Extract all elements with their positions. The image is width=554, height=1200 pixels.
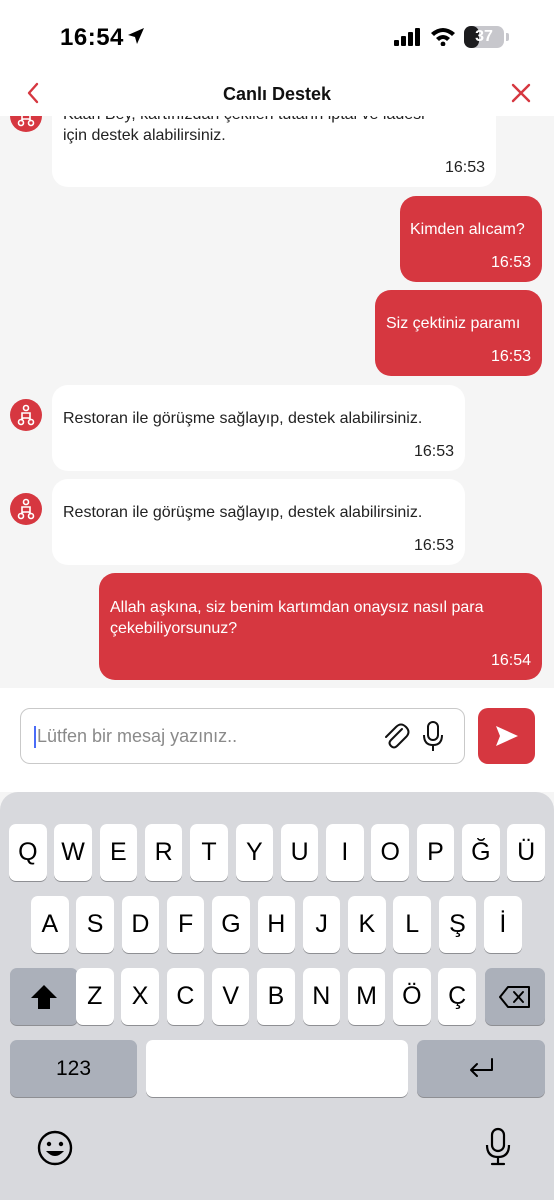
message-bot: Restoran ile görüşme sağlayıp, destek al… — [52, 479, 465, 565]
microphone-icon — [485, 1127, 511, 1166]
delete-key[interactable] — [485, 968, 545, 1025]
chat-header: Canlı Destek — [0, 70, 554, 116]
message-text: Kimden alıcam? — [410, 221, 525, 238]
key-l[interactable]: L — [393, 896, 431, 953]
text-cursor — [34, 726, 36, 748]
message-time: 16:53 — [413, 443, 454, 460]
status-bar: 16:54 37 — [0, 0, 554, 70]
message-text: için destek alabilirsiniz. — [63, 127, 226, 144]
key-ç[interactable]: Ç — [438, 968, 476, 1025]
key-e[interactable]: E — [99, 824, 138, 881]
key-x[interactable]: X — [121, 968, 159, 1025]
wifi-icon — [431, 28, 455, 46]
close-icon — [511, 83, 531, 103]
return-key[interactable] — [417, 1040, 545, 1097]
key-ş[interactable]: Ş — [438, 896, 477, 953]
voice-input-button[interactable] — [421, 720, 445, 759]
key-ğ[interactable]: Ğ — [462, 824, 500, 881]
message-input[interactable]: Lütfen bir mesaj yazınız.. — [20, 708, 465, 764]
battery-icon: 37 — [464, 26, 504, 48]
space-key[interactable] — [146, 1040, 408, 1097]
paperclip-icon — [385, 723, 410, 749]
key-y[interactable]: Y — [235, 824, 274, 881]
message-text: çekebiliyorsunuz? — [110, 620, 238, 637]
message-text: Siz çektiniz paramı — [386, 315, 521, 332]
bot-avatar — [10, 399, 42, 431]
send-button[interactable] — [478, 708, 535, 764]
microphone-icon — [423, 721, 443, 751]
key-g[interactable]: G — [212, 896, 250, 953]
key-i[interactable]: I — [326, 824, 364, 881]
key-v[interactable]: V — [211, 968, 250, 1025]
battery-percent: 37 — [475, 28, 493, 45]
message-time: 16:53 — [413, 537, 454, 554]
message-text: Restoran ile görüşme sağlayıp, destek al… — [63, 410, 423, 427]
key-t[interactable]: T — [190, 824, 228, 881]
close-button[interactable] — [506, 76, 536, 110]
keyboard: 123 QWERTYUIOPĞÜ ASDFGHJKLŞİ ZXCVBNMÖÇ — [0, 792, 554, 1200]
message-text: Allah aşkına, siz benim kartımdan onaysı… — [110, 599, 484, 616]
key-h[interactable]: H — [257, 896, 296, 953]
key-d[interactable]: D — [121, 896, 160, 953]
key-u[interactable]: U — [280, 824, 319, 881]
attach-button[interactable] — [381, 721, 411, 758]
key-z[interactable]: Z — [76, 968, 114, 1025]
message-time: 16:54 — [490, 652, 531, 669]
key-k[interactable]: K — [348, 896, 386, 953]
return-icon — [470, 1058, 493, 1077]
bot-avatar — [10, 493, 42, 525]
message-user: Allah aşkına, siz benim kartımdan onaysı… — [99, 573, 542, 680]
key-n[interactable]: N — [302, 968, 341, 1025]
message-time: 16:53 — [490, 254, 531, 271]
key-w[interactable]: W — [54, 824, 92, 881]
status-time: 16:54 — [60, 24, 124, 51]
message-text: Restoran ile görüşme sağlayıp, destek al… — [63, 504, 423, 521]
key-r[interactable]: R — [144, 824, 183, 881]
message-bot: Restoran ile görüşme sağlayıp, destek al… — [52, 385, 465, 471]
key-j[interactable]: J — [302, 896, 341, 953]
courier-icon — [17, 498, 35, 520]
key-b[interactable]: B — [257, 968, 295, 1025]
key-p[interactable]: P — [416, 824, 455, 881]
key-ö[interactable]: Ö — [393, 968, 431, 1025]
key-s[interactable]: S — [76, 896, 114, 953]
send-icon — [496, 726, 518, 746]
emoji-button[interactable] — [36, 1129, 76, 1169]
message-user: Siz çektiniz paramı 16:53 — [375, 290, 542, 376]
page-title: Canlı Destek — [222, 84, 332, 104]
location-arrow-icon — [128, 28, 144, 44]
message-composer: Lütfen bir mesaj yazınız.. — [0, 688, 554, 792]
message-time: 16:53 — [444, 159, 485, 176]
courier-icon — [17, 404, 35, 426]
key-i̇[interactable]: İ — [484, 896, 522, 953]
key-o[interactable]: O — [371, 824, 409, 881]
key-c[interactable]: C — [166, 968, 205, 1025]
key-a[interactable]: A — [31, 896, 69, 953]
key-f[interactable]: F — [166, 896, 205, 953]
backspace-icon — [499, 986, 530, 1008]
message-input-placeholder: Lütfen bir mesaj yazınız.. — [37, 726, 238, 746]
cellular-signal-icon — [394, 28, 420, 46]
message-time: 16:53 — [490, 348, 531, 365]
emoji-icon — [37, 1130, 73, 1166]
key-ü[interactable]: Ü — [507, 824, 545, 881]
dictation-button[interactable] — [484, 1127, 514, 1169]
chat-messages[interactable]: Kaan Bey, kartınızdan çekilen tutarın ip… — [0, 70, 554, 688]
numbers-key[interactable]: 123 — [10, 1040, 137, 1097]
message-user: Kimden alıcam? 16:53 — [400, 196, 542, 282]
shift-icon — [31, 985, 57, 1009]
shift-key[interactable] — [10, 968, 78, 1025]
key-q[interactable]: Q — [9, 824, 47, 881]
battery-cap — [506, 33, 509, 41]
key-m[interactable]: M — [347, 968, 386, 1025]
